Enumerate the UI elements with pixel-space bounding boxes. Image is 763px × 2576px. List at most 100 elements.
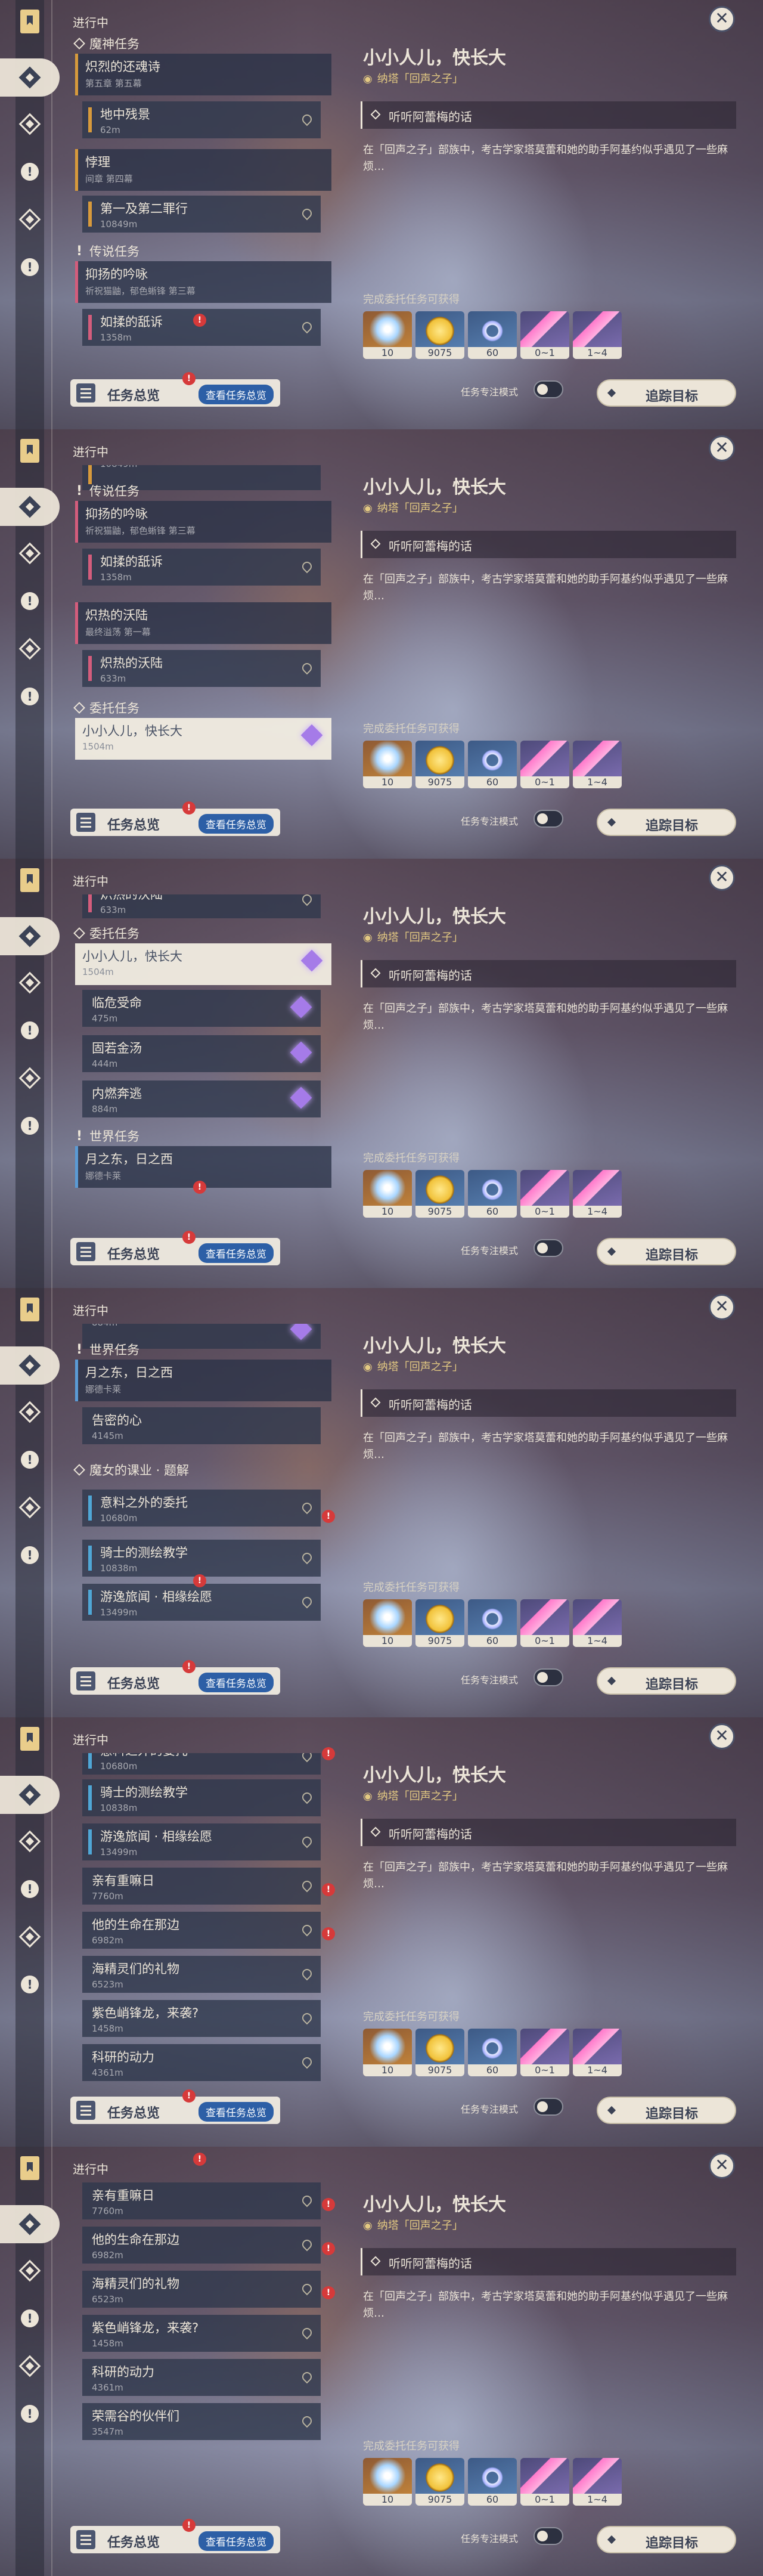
quest-step-item[interactable]: 科研的动力 4361m [82, 2044, 321, 2081]
quest-step-item[interactable]: 意料之外的委托 10680m [82, 1753, 321, 1775]
quest-step-item[interactable]: 小小人儿，快长大 1504m [75, 718, 331, 760]
quest-book-button[interactable] [17, 2155, 43, 2181]
reward-item[interactable]: 60 [468, 2458, 517, 2506]
focus-mode-toggle[interactable] [534, 380, 563, 398]
world-quests-tab[interactable]: ! [17, 1542, 43, 1568]
close-icon[interactable]: ✕ [709, 1294, 735, 1320]
quest-step-item[interactable]: 骑士的测绘教学 10838m [82, 1540, 321, 1577]
quest-step-item[interactable]: 荣需谷的伙伴们 3547m [82, 2403, 321, 2440]
location-pin-icon[interactable] [302, 663, 310, 674]
quest-step-item[interactable]: 紫色峭锋龙，来袭? 1458m [82, 2000, 321, 2037]
legend-quests-tab[interactable]: ! [17, 2305, 43, 2332]
focus-mode-toggle[interactable] [534, 2098, 563, 2116]
quest-step-item[interactable]: 炽热的沃陆 633m [82, 894, 321, 918]
legend-quests-tab[interactable]: ! [17, 1017, 43, 1044]
track-target-button[interactable]: 追踪目标 [597, 2526, 736, 2553]
world-quests-tab[interactable]: ! [17, 1113, 43, 1139]
view-overview-chip[interactable]: 查看任务总览 [198, 1673, 274, 1692]
world-quests-tab[interactable]: ! [17, 2401, 43, 2427]
location-pin-icon[interactable] [302, 1881, 310, 1891]
legend-quests-tab[interactable]: ! [17, 1876, 43, 1902]
quest-book-button[interactable] [17, 1296, 43, 1323]
reward-item[interactable]: 10 [363, 2029, 412, 2076]
quest-step-item[interactable]: 科研的动力 4361m [82, 2359, 321, 2396]
reward-item[interactable]: 0~1 [520, 2458, 569, 2506]
location-pin-icon[interactable] [302, 1503, 310, 1513]
location-pin-icon[interactable] [302, 209, 310, 219]
quest-overview-button[interactable]: 任务总览 查看任务总览 [70, 2526, 280, 2553]
quest-item[interactable]: 抑扬的吟咏 祈祝猫鼬，郁色蜥锋 第三幕 [75, 261, 331, 303]
track-target-button[interactable]: 追踪目标 [597, 809, 736, 836]
quest-item[interactable]: 抑扬的吟咏 祈祝猫鼬，郁色蜥锋 第三幕 [75, 501, 331, 543]
reward-item[interactable]: 9075 [415, 2029, 464, 2076]
quest-item[interactable]: 月之东，日之西 娜德卡莱 [75, 1360, 331, 1401]
commission-quests-tab[interactable] [17, 1494, 43, 1521]
track-target-button[interactable]: 追踪目标 [597, 1667, 736, 1695]
focus-mode-toggle[interactable] [534, 1668, 563, 1686]
location-pin-icon[interactable] [302, 114, 310, 125]
quest-step-item[interactable]: 游逸旅闻 · 相缘绘愿 13499m [82, 1823, 321, 1860]
archon-quests-tab[interactable] [17, 540, 43, 566]
quest-step-item[interactable]: 第一及第二罪行 10849m [82, 196, 321, 233]
location-pin-icon[interactable] [302, 1553, 310, 1563]
location-pin-icon[interactable] [302, 2013, 310, 2024]
quest-step-item[interactable]: 告密的心 4145m [82, 1407, 321, 1444]
quest-step-item[interactable]: 海精灵们的礼物 6523m [82, 1956, 321, 1993]
all-quests-tab[interactable] [0, 488, 60, 526]
location-pin-icon[interactable] [302, 1969, 310, 1980]
commission-quests-tab[interactable] [17, 636, 43, 662]
commission-quests-tab[interactable] [17, 1065, 43, 1091]
reward-item[interactable]: 10 [363, 1170, 412, 1218]
location-pin-icon[interactable] [302, 2240, 310, 2250]
quest-step-item[interactable]: 他的生命在那边 6982m [82, 2227, 321, 2264]
reward-item[interactable]: 1~4 [573, 741, 622, 788]
world-quests-tab[interactable]: ! [17, 683, 43, 710]
quest-step-item[interactable]: 炽热的沃陆 633m [82, 650, 321, 687]
view-overview-chip[interactable]: 查看任务总览 [198, 814, 274, 834]
location-pin-icon[interactable] [302, 2284, 310, 2295]
location-pin-icon[interactable] [302, 2196, 310, 2206]
quest-overview-button[interactable]: 任务总览 查看任务总览 [70, 809, 280, 836]
track-target-button[interactable]: 追踪目标 [597, 1238, 736, 1265]
reward-item[interactable]: 0~1 [520, 311, 569, 359]
quest-step-item[interactable]: 临危受命 475m [82, 990, 321, 1027]
all-quests-tab[interactable] [0, 1776, 60, 1814]
location-pin-icon[interactable] [302, 1753, 310, 1761]
reward-item[interactable]: 9075 [415, 2458, 464, 2506]
reward-item[interactable]: 60 [468, 741, 517, 788]
location-pin-icon[interactable] [302, 2057, 310, 2068]
all-quests-tab[interactable] [0, 2205, 60, 2243]
all-quests-tab[interactable] [0, 1346, 60, 1385]
archon-quests-tab[interactable] [17, 1399, 43, 1425]
view-overview-chip[interactable]: 查看任务总览 [198, 2102, 274, 2122]
location-pin-icon[interactable] [302, 1792, 310, 1803]
quest-step-item[interactable]: 亲有重嘛日 7760m [82, 2182, 321, 2219]
location-pin-icon[interactable] [302, 894, 310, 905]
quest-step-item[interactable]: 他的生命在那边 6982m [82, 1912, 321, 1949]
quest-step-item[interactable]: 小小人儿，快长大 1504m [75, 943, 331, 985]
location-pin-icon[interactable] [302, 562, 310, 572]
quest-step-item[interactable]: 如揉的舐诉 1358m [82, 549, 321, 586]
location-pin-icon[interactable] [302, 322, 310, 333]
world-quests-tab[interactable]: ! [17, 1971, 43, 1998]
track-target-button[interactable]: 追踪目标 [597, 379, 736, 407]
close-icon[interactable]: ✕ [709, 865, 735, 891]
reward-item[interactable]: 60 [468, 311, 517, 359]
quest-item[interactable]: 悖理 间章 第四幕 [75, 149, 331, 191]
world-quests-tab[interactable]: ! [17, 254, 43, 280]
quest-step-item[interactable]: 海精灵们的礼物 6523m [82, 2271, 321, 2308]
quest-book-button[interactable] [17, 1726, 43, 1752]
quest-book-button[interactable] [17, 867, 43, 893]
commission-quests-tab[interactable] [17, 2353, 43, 2379]
view-overview-chip[interactable]: 查看任务总览 [198, 2531, 274, 2551]
reward-item[interactable]: 10 [363, 1599, 412, 1647]
quest-step-item[interactable]: 内燃奔逃 884m [82, 1080, 321, 1117]
quest-step-item[interactable]: 骑士的测绘教学 10838m [82, 1779, 321, 1816]
reward-item[interactable]: 10 [363, 311, 412, 359]
reward-item[interactable]: 60 [468, 2029, 517, 2076]
reward-item[interactable]: 60 [468, 1170, 517, 1218]
all-quests-tab[interactable] [0, 917, 60, 955]
quest-overview-button[interactable]: 任务总览 查看任务总览 [70, 379, 280, 407]
reward-item[interactable]: 9075 [415, 311, 464, 359]
view-overview-chip[interactable]: 查看任务总览 [198, 1243, 274, 1263]
